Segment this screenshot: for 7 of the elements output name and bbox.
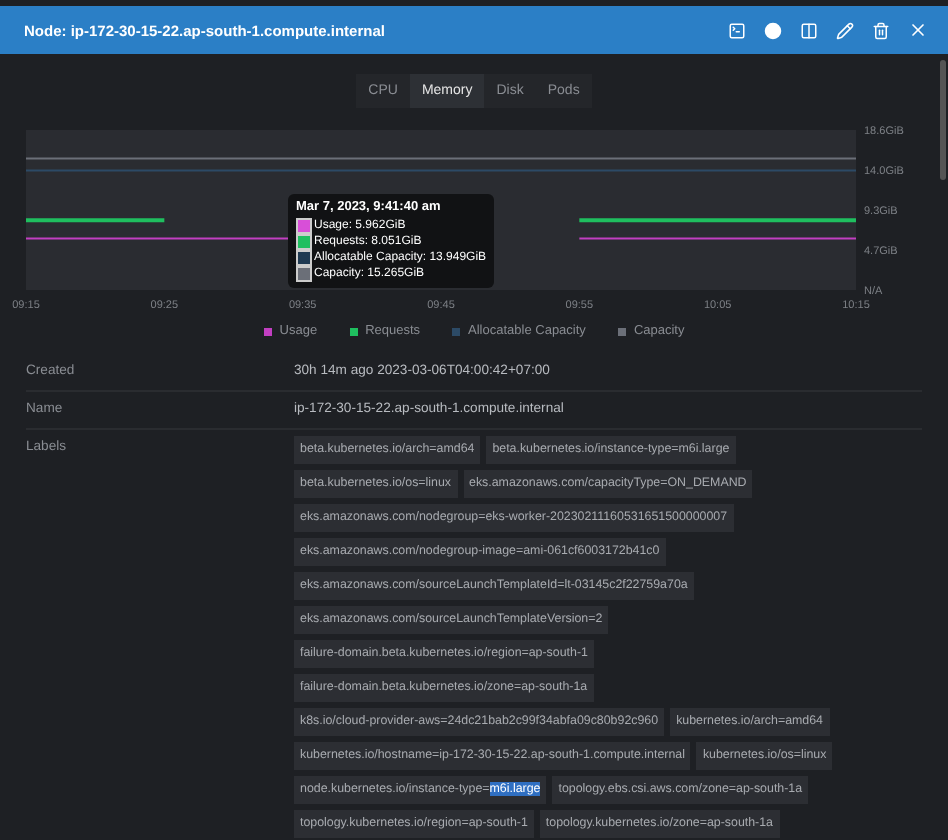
scrollbar[interactable] bbox=[940, 60, 946, 180]
edit-icon[interactable] bbox=[836, 21, 854, 39]
circle-icon[interactable] bbox=[764, 21, 782, 39]
terminal-icon[interactable] bbox=[728, 21, 746, 39]
close-icon[interactable] bbox=[908, 20, 928, 40]
columns-icon[interactable] bbox=[800, 21, 818, 39]
trash-icon[interactable] bbox=[872, 21, 890, 39]
